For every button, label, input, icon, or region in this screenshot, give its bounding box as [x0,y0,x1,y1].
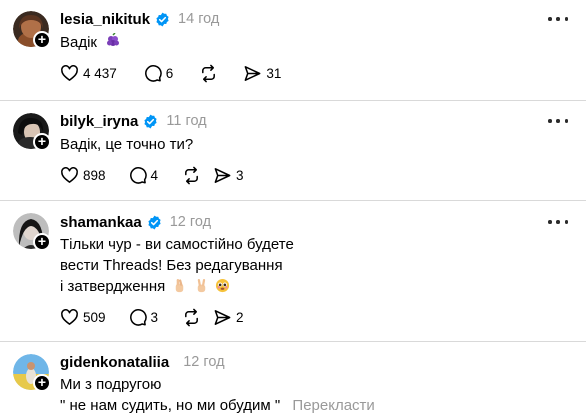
more-icon[interactable] [548,13,568,25]
like-count: 4 437 [83,65,117,81]
share-button[interactable]: 2 [213,306,244,328]
comment-count: 4 [150,167,159,183]
comment-button[interactable]: 6 [143,62,174,84]
post-time: 14 год [178,11,220,27]
repost-icon [185,166,199,184]
post-text-line: Вадік, це точно ти? [60,136,194,153]
verified-badge-icon [147,215,162,230]
pleading-face-emoji [215,278,230,293]
follow-plus-icon[interactable]: + [33,31,51,49]
post: + lesia_nikituk 14 год Вадік 4 437 6 31 [0,0,586,100]
share-count: 3 [236,167,244,183]
post-text-line: Вадік [60,34,97,51]
more-icon[interactable] [548,115,568,127]
heart-icon [61,308,78,325]
share-button[interactable]: 3 [213,164,244,186]
post-text: Ми з подругою " не нам судить, но ми обу… [60,374,375,416]
username[interactable]: lesia_nikituk [60,11,150,28]
heart-icon [61,166,78,183]
follow-plus-icon[interactable]: + [33,374,51,392]
heart-icon [61,64,78,81]
comment-button[interactable]: 3 [128,306,159,328]
username[interactable]: bilyk_iryna [60,113,138,130]
post: + shamankaa 12 год Тільки чур - ви самос… [0,201,586,341]
repost-button[interactable] [182,306,201,328]
post-text-line: Ми з подругою [60,376,162,393]
avatar[interactable]: + [13,354,51,392]
username[interactable]: gidenkonataliia [60,354,169,371]
purple-grapes-emoji [105,32,121,49]
verified-badge-icon [143,114,158,129]
repost-icon [185,308,199,326]
repost-button[interactable] [182,164,201,186]
send-icon [244,65,261,81]
comment-count: 3 [150,309,159,325]
repost-button[interactable] [199,62,218,84]
victory-hand-emoji [194,278,209,293]
follow-plus-icon[interactable]: + [33,233,51,251]
post-time: 12 год [183,354,225,370]
post: + gidenkonataliia 12 год Ми з подругою "… [0,342,586,419]
translate-link[interactable]: Перекласти [292,397,374,414]
follow-plus-icon[interactable]: + [33,133,51,151]
comment-icon [129,166,147,184]
send-icon [214,167,231,183]
comment-button[interactable]: 4 [128,164,159,186]
like-count: 509 [83,309,106,325]
post-text-line: і затвердження [60,278,166,295]
post-text: Вадік, це точно ти? [60,134,193,155]
post-text-line: " не нам судить, но ми обудим " [60,397,281,414]
share-count: 31 [266,65,282,81]
verified-badge-icon [155,12,170,27]
like-button[interactable]: 898 [60,164,106,186]
post-text: Вадік [60,32,121,53]
avatar[interactable]: + [13,113,51,151]
post-time: 12 год [169,214,212,230]
like-count: 898 [83,167,106,183]
avatar[interactable]: + [13,213,51,251]
like-button[interactable]: 509 [60,306,106,328]
comment-icon [144,64,162,82]
send-icon [214,309,231,325]
post-text: Тільки чур - ви самостійно будете вести … [60,234,294,297]
crossed-fingers-emoji [172,278,187,293]
avatar[interactable]: + [13,11,51,49]
share-count: 2 [236,309,244,325]
like-button[interactable]: 4 437 [60,62,117,84]
post-text-line: Тільки чур - ви самостійно будете [60,236,294,253]
repost-icon [202,64,216,82]
post-text-line: вести Threads! Без редагування [60,257,283,274]
post-time: 11 год [166,113,207,129]
comment-count: 6 [165,65,174,81]
share-button[interactable]: 31 [243,62,281,84]
post: + bilyk_iryna 11 год Вадік, це точно ти?… [0,101,586,200]
comment-icon [129,308,147,326]
more-icon[interactable] [548,216,568,228]
username[interactable]: shamankaa [60,214,142,231]
